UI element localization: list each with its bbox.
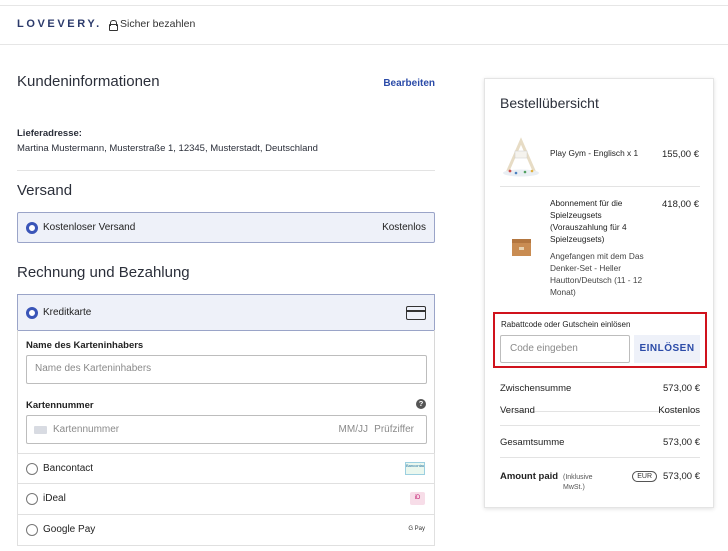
edit-button[interactable]: Bearbeiten (383, 78, 435, 89)
amount-paid-value: 573,00 € (663, 471, 700, 482)
total-label: Gesamtsumme (500, 437, 565, 448)
order-summary: Bestellübersicht Play Gym - Englisch x 1… (484, 78, 714, 508)
shipping-option-label: Kostenloser Versand (43, 222, 136, 233)
divider (500, 425, 700, 426)
subscription-box-image (511, 236, 533, 258)
shipping-row: Versand Kostenlos (500, 405, 700, 416)
payment-option-bancontact[interactable]: Bancontact Bancontact (17, 453, 435, 484)
ideal-label: iDeal (43, 493, 66, 504)
subtotal-row: Zwischensumme 573,00 € (500, 383, 700, 394)
play-gym-image (501, 137, 541, 177)
expiry-placeholder[interactable]: MM/JJ (339, 424, 368, 435)
lock-icon (109, 19, 118, 31)
cardholder-name-placeholder: Name des Karteninhabers (35, 363, 152, 374)
currency-badge: EUR (632, 471, 657, 482)
summary-shipping-value: Kostenlos (658, 405, 700, 416)
promo-code-placeholder: Code eingeben (510, 343, 578, 354)
card-number-input[interactable]: Kartennummer MM/JJ Prüfziffer (26, 415, 427, 444)
amount-paid-note: (Inklusive MwSt.) (563, 474, 593, 491)
promo-code-input[interactable]: Code eingeben (500, 335, 630, 363)
radio-icon[interactable] (26, 493, 38, 505)
subtotal-value: 573,00 € (663, 383, 700, 394)
customer-info-title: Kundeninformationen (17, 73, 160, 90)
card-number-label: Kartennummer (26, 400, 94, 411)
redeem-button[interactable]: EINLÖSEN (634, 335, 700, 363)
bancontact-logo-icon: Bancontact (405, 462, 425, 475)
item-subtitle-subscription: Angefangen mit dem Das Denker-Set - Hell… (550, 251, 644, 297)
top-bar: LOVEVERY. Sicher bezahlen (0, 5, 728, 45)
help-icon[interactable]: ? (416, 399, 426, 409)
secure-payment-indicator: Sicher bezahlen (109, 18, 196, 31)
payment-option-credit-card[interactable]: Kreditkarte (17, 294, 435, 331)
google-pay-logo-icon: G Pay (408, 526, 425, 532)
divider (17, 170, 435, 171)
credit-card-form: Name des Karteninhabers Name des Karteni… (17, 330, 435, 453)
item-name-play-gym: Play Gym - Englisch x 1 (550, 148, 639, 158)
radio-selected-icon[interactable] (26, 307, 38, 319)
google-pay-label: Google Pay (43, 524, 96, 535)
total-value: 573,00 € (663, 437, 700, 448)
bancontact-label: Bancontact (43, 463, 94, 474)
item-price-subscription: 418,00 € (662, 199, 699, 210)
cardholder-name-label: Name des Karteninhabers (26, 340, 144, 351)
billing-title: Rechnung und Bezahlung (17, 264, 190, 281)
lovevery-logo[interactable]: LOVEVERY. (17, 18, 102, 30)
radio-icon[interactable] (26, 524, 38, 536)
shipping-title: Versand (17, 182, 73, 199)
order-summary-title: Bestellübersicht (500, 95, 599, 111)
divider (500, 186, 700, 187)
shipping-option-free[interactable]: Kostenloser Versand Kostenlos (17, 212, 435, 243)
payment-option-ideal[interactable]: iDeal iD (17, 484, 435, 515)
radio-icon[interactable] (26, 463, 38, 475)
amount-paid-row: Amount paid (Inklusive MwSt.) EUR 573,00… (500, 471, 700, 495)
radio-selected-icon[interactable] (26, 222, 38, 234)
summary-shipping-label: Versand (500, 405, 535, 416)
promo-code-label: Rabattcode oder Gutschein einlösen (501, 320, 631, 329)
credit-card-label: Kreditkarte (43, 307, 92, 318)
cardholder-name-input[interactable]: Name des Karteninhabers (26, 355, 427, 384)
item-price-play-gym: 155,00 € (662, 149, 699, 160)
cvc-placeholder[interactable]: Prüfziffer (374, 424, 414, 435)
total-row: Gesamtsumme 573,00 € (500, 437, 700, 448)
shipping-address: Martina Mustermann, Musterstraße 1, 1234… (17, 143, 318, 154)
shipping-address-label: Lieferadresse: (17, 128, 82, 139)
secure-label: Sicher bezahlen (120, 18, 196, 30)
ideal-logo-icon: iD (410, 492, 425, 505)
card-placeholder-icon (34, 426, 47, 434)
item-name-subscription: Abonnement für die Spielzeugsets (Voraus… (550, 198, 627, 244)
subtotal-label: Zwischensumme (500, 383, 572, 394)
divider (500, 457, 700, 458)
promo-code-section: Rabattcode oder Gutschein einlösen Code … (493, 312, 707, 368)
card-number-placeholder: Kartennummer (53, 424, 120, 435)
payment-methods: Kreditkarte Name des Karteninhabers Name… (17, 294, 435, 551)
payment-option-google-pay[interactable]: Google Pay G Pay (17, 515, 435, 546)
amount-paid-label: Amount paid (500, 471, 559, 482)
shipping-option-price: Kostenlos (382, 222, 426, 233)
credit-card-icon (406, 306, 426, 320)
